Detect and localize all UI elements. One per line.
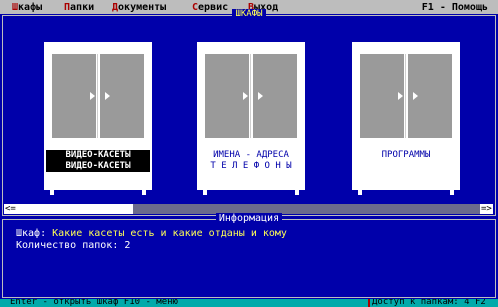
- info-title-text: Информация: [215, 213, 283, 224]
- cabinets-title-text: ШКАФЫ: [232, 9, 266, 19]
- handle-right-icon: [258, 92, 263, 100]
- info-cabinet-value: Какие касеты есть и какие отданы и кому: [52, 228, 287, 239]
- handle-left-icon: [90, 92, 95, 100]
- cabinet-label-line2: ВИДЕО-КАСЕТЫ: [46, 161, 150, 172]
- cabinet-leg: [450, 189, 454, 195]
- cabinet-label-line1: ПРОГРАММЫ: [381, 150, 431, 160]
- cabinets-panel-title: ШКАФЫ: [0, 9, 498, 19]
- cabinet-leg: [295, 189, 299, 195]
- cabinet-addresses[interactable]: ИМЕНА - АДРЕСА Т Е Л Е Ф О Н Ы: [197, 42, 305, 195]
- info-panel-title: Информация: [0, 213, 498, 224]
- cabinet-label-line2: Т Е Л Е Ф О Н Ы: [210, 161, 292, 171]
- cabinet-programs[interactable]: ПРОГРАММЫ: [352, 42, 460, 195]
- cabinet-leg: [50, 189, 54, 195]
- handle-left-icon: [398, 92, 403, 100]
- info-folders-line: Количество папок: 2: [16, 240, 130, 251]
- info-folders-value: 2: [124, 240, 131, 251]
- info-cabinet-label: Шкаф:: [16, 228, 47, 239]
- cabinet-doors: [360, 54, 452, 138]
- cabinet-doors: [52, 54, 144, 138]
- status-hint-left: Enter - открыть шкаф F10 - меню: [10, 299, 178, 307]
- cabinet-doors: [205, 54, 297, 138]
- cabinet-leg: [142, 189, 146, 195]
- info-cabinet-line: Шкаф: Какие касеты есть и какие отданы и…: [16, 228, 287, 239]
- handle-left-icon: [243, 92, 248, 100]
- info-folders-label: Количество папок:: [16, 240, 119, 251]
- status-bar: Enter - открыть шкаф F10 - меню Доступ к…: [0, 299, 498, 307]
- handle-right-icon: [413, 92, 418, 100]
- cabinet-leg: [203, 189, 207, 195]
- status-hint-right: Доступ к папкам: 4 F2: [372, 299, 486, 307]
- handle-right-icon: [105, 92, 110, 100]
- cabinet-video[interactable]: ВИДЕО-КАСЕТЫ ВИДЕО-КАСЕТЫ: [44, 42, 152, 195]
- status-separator: [368, 299, 370, 307]
- cabinet-label-line1: ВИДЕО-КАСЕТЫ: [46, 150, 150, 161]
- cabinet-leg: [358, 189, 362, 195]
- app-window: Шкафы Папки Документы Сервис Выход F1 - …: [0, 0, 498, 307]
- cabinet-label-line1: ИМЕНА - АДРЕСА: [213, 150, 289, 160]
